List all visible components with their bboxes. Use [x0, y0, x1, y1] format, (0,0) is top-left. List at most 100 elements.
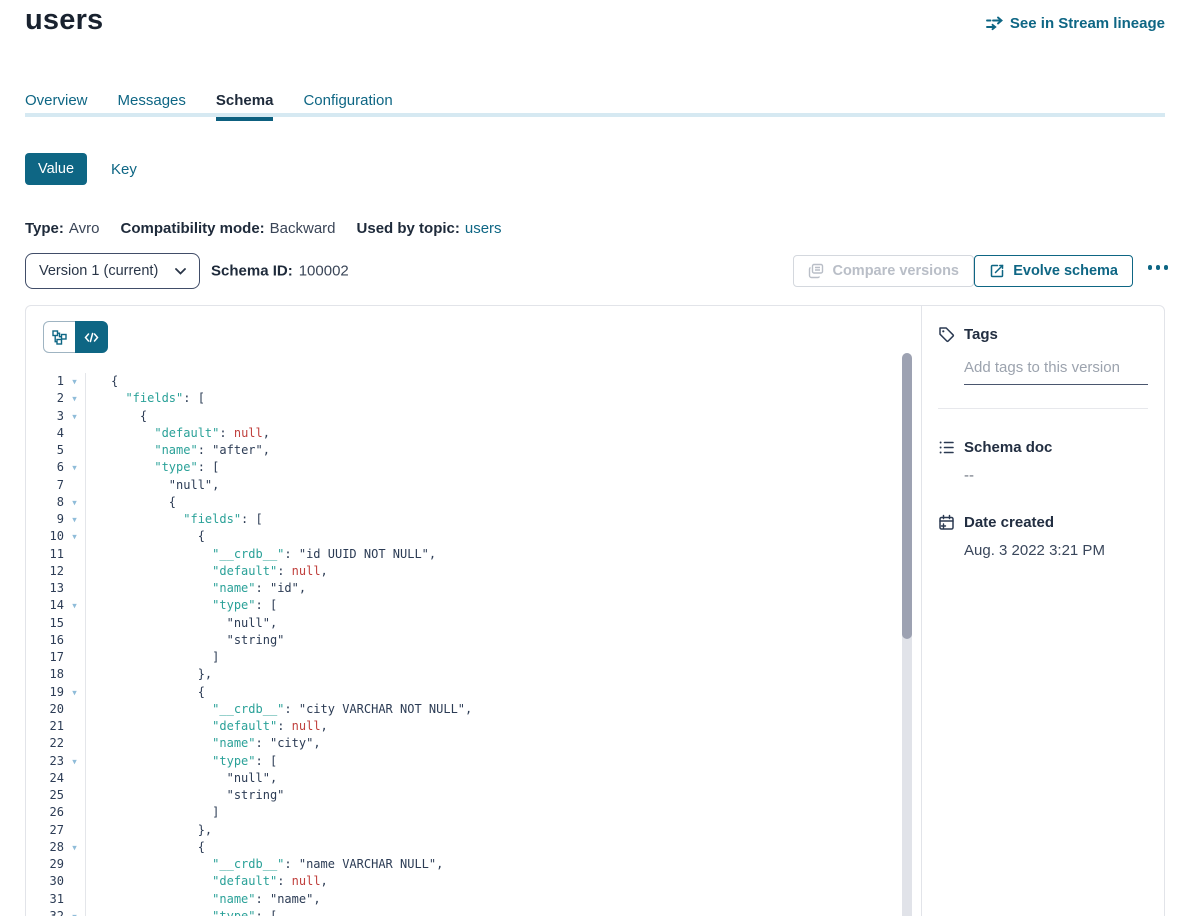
- chevron-down-icon: [175, 268, 186, 275]
- version-select-value: Version 1 (current): [39, 263, 158, 279]
- code-line: 27 },: [26, 822, 901, 839]
- fold-arrow-icon: [64, 822, 85, 839]
- fold-arrow-icon[interactable]: ▼: [64, 528, 85, 545]
- line-number: 15: [26, 615, 64, 632]
- code-line: 3▼ {: [26, 408, 901, 425]
- line-number: 1: [26, 373, 64, 390]
- editor-view-toggle: [43, 321, 108, 353]
- code-line-content: },: [85, 666, 901, 683]
- code-line: 13 "name": "id",: [26, 580, 901, 597]
- line-number: 28: [26, 839, 64, 856]
- code-line-content: ]: [85, 649, 901, 666]
- fold-arrow-icon[interactable]: ▼: [64, 908, 85, 916]
- compare-versions-button[interactable]: Compare versions: [793, 255, 974, 287]
- fold-arrow-icon: [64, 787, 85, 804]
- value-toggle-button[interactable]: Value: [25, 153, 87, 185]
- tags-title: Tags: [964, 326, 998, 343]
- line-number: 26: [26, 804, 64, 821]
- code-line: 15 "null",: [26, 615, 901, 632]
- schema-code-editor[interactable]: 1▼{2▼ "fields": [3▼ {4 "default": null,5…: [26, 373, 901, 916]
- code-line-content: "default": null,: [85, 563, 901, 580]
- version-select[interactable]: Version 1 (current): [25, 253, 200, 289]
- fold-arrow-icon: [64, 546, 85, 563]
- sidebar-divider: [938, 408, 1148, 409]
- fold-arrow-icon[interactable]: ▼: [64, 684, 85, 701]
- stream-lineage-link[interactable]: See in Stream lineage: [986, 15, 1165, 32]
- more-actions-button[interactable]: [1146, 263, 1171, 272]
- code-line-content: "default": null,: [85, 425, 901, 442]
- line-number: 21: [26, 718, 64, 735]
- line-number: 18: [26, 666, 64, 683]
- add-tags-input[interactable]: [964, 359, 1148, 385]
- code-line: 22 "name": "city",: [26, 735, 901, 752]
- code-line-content: {: [85, 839, 901, 856]
- schema-doc-value: --: [964, 467, 1148, 484]
- code-line-content: "type": [: [85, 459, 901, 476]
- fold-arrow-icon: [64, 580, 85, 597]
- code-line: 11 "__crdb__": "id UUID NOT NULL",: [26, 546, 901, 563]
- line-number: 24: [26, 770, 64, 787]
- key-toggle-button[interactable]: Key: [111, 161, 137, 178]
- line-number: 19: [26, 684, 64, 701]
- date-created-value: Aug. 3 2022 3:21 PM: [964, 542, 1148, 559]
- code-line-content: "default": null,: [85, 718, 901, 735]
- schema-doc-section-header: Schema doc: [938, 439, 1148, 456]
- fold-arrow-icon[interactable]: ▼: [64, 597, 85, 614]
- page-title: users: [25, 4, 103, 37]
- code-line: 21 "default": null,: [26, 718, 901, 735]
- code-line: 9▼ "fields": [: [26, 511, 901, 528]
- code-line-content: "name": "city",: [85, 735, 901, 752]
- code-line-content: "name": "id",: [85, 580, 901, 597]
- tree-view-button[interactable]: [43, 321, 76, 353]
- code-line-content: },: [85, 822, 901, 839]
- line-number: 3: [26, 408, 64, 425]
- schema-type: Type:Avro: [25, 220, 99, 237]
- code-line: 24 "null",: [26, 770, 901, 787]
- fold-arrow-icon[interactable]: ▼: [64, 408, 85, 425]
- ellipsis-icon: [1148, 265, 1153, 270]
- code-view-button[interactable]: [75, 321, 108, 353]
- line-number: 8: [26, 494, 64, 511]
- code-line: 31 "name": "name",: [26, 891, 901, 908]
- schema-meta-row: Type:Avro Compatibility mode:Backward Us…: [25, 220, 502, 237]
- line-number: 17: [26, 649, 64, 666]
- editor-scrollbar-thumb[interactable]: [902, 353, 912, 639]
- fold-arrow-icon: [64, 873, 85, 890]
- editor-scrollbar[interactable]: [902, 353, 912, 916]
- fold-arrow-icon[interactable]: ▼: [64, 511, 85, 528]
- line-number: 10: [26, 528, 64, 545]
- line-number: 25: [26, 787, 64, 804]
- code-line: 29 "__crdb__": "name VARCHAR NULL",: [26, 856, 901, 873]
- fold-arrow-icon[interactable]: ▼: [64, 494, 85, 511]
- evolve-schema-button[interactable]: Evolve schema: [974, 255, 1133, 287]
- fold-arrow-icon[interactable]: ▼: [64, 753, 85, 770]
- fold-arrow-icon[interactable]: ▼: [64, 373, 85, 390]
- fold-arrow-icon: [64, 632, 85, 649]
- fold-arrow-icon: [64, 856, 85, 873]
- fold-arrow-icon[interactable]: ▼: [64, 839, 85, 856]
- line-number: 9: [26, 511, 64, 528]
- fold-arrow-icon[interactable]: ▼: [64, 390, 85, 407]
- fold-arrow-icon: [64, 718, 85, 735]
- line-number: 20: [26, 701, 64, 718]
- code-line-content: "name": "after",: [85, 442, 901, 459]
- schema-id: Schema ID: 100002: [211, 263, 349, 280]
- fold-arrow-icon: [64, 477, 85, 494]
- schema-doc-title: Schema doc: [964, 439, 1052, 456]
- fold-arrow-icon[interactable]: ▼: [64, 459, 85, 476]
- code-line: 25 "string": [26, 787, 901, 804]
- tab-underline-bar: [25, 113, 1165, 117]
- fold-arrow-icon: [64, 563, 85, 580]
- code-line: 18 },: [26, 666, 901, 683]
- code-line: 8▼ {: [26, 494, 901, 511]
- fold-arrow-icon: [64, 701, 85, 718]
- topic-link[interactable]: users: [465, 220, 502, 237]
- schema-details-sidebar: Tags Schema doc --: [921, 306, 1164, 916]
- line-number: 31: [26, 891, 64, 908]
- code-line-content: "string": [85, 787, 901, 804]
- code-line-content: "name": "name",: [85, 891, 901, 908]
- code-line-content: "null",: [85, 770, 901, 787]
- date-created-icon: [938, 514, 955, 531]
- code-line: 6▼ "type": [: [26, 459, 901, 476]
- line-number: 6: [26, 459, 64, 476]
